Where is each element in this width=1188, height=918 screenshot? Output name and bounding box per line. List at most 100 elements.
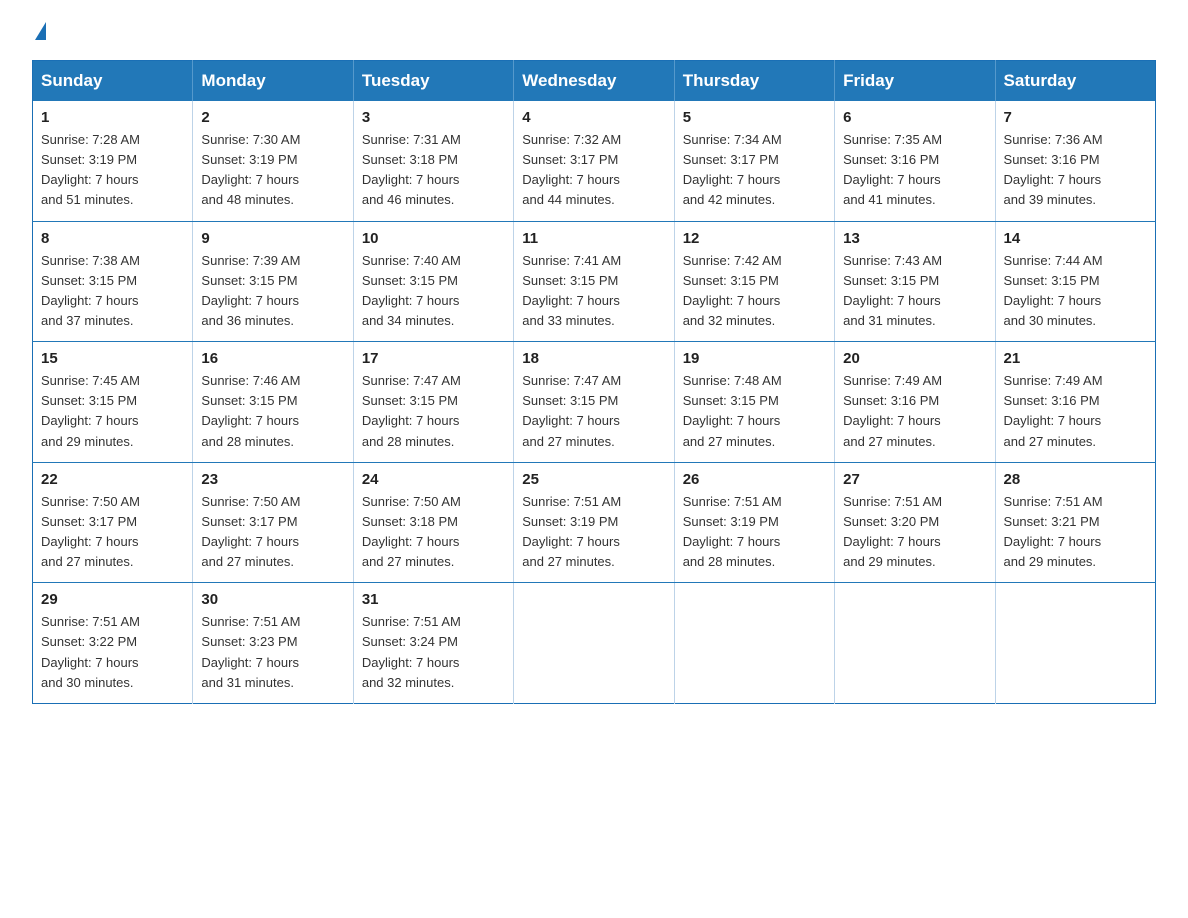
- calendar-cell: 26 Sunrise: 7:51 AMSunset: 3:19 PMDaylig…: [674, 462, 834, 583]
- day-info: Sunrise: 7:31 AMSunset: 3:18 PMDaylight:…: [362, 132, 461, 207]
- header-thursday: Thursday: [674, 61, 834, 102]
- calendar-cell: 2 Sunrise: 7:30 AMSunset: 3:19 PMDayligh…: [193, 101, 353, 221]
- calendar-cell: 24 Sunrise: 7:50 AMSunset: 3:18 PMDaylig…: [353, 462, 513, 583]
- day-number: 25: [522, 471, 665, 488]
- calendar-cell: 7 Sunrise: 7:36 AMSunset: 3:16 PMDayligh…: [995, 101, 1155, 221]
- calendar-header-row: SundayMondayTuesdayWednesdayThursdayFrid…: [33, 61, 1156, 102]
- day-info: Sunrise: 7:51 AMSunset: 3:19 PMDaylight:…: [522, 494, 621, 569]
- day-number: 20: [843, 350, 986, 367]
- calendar-cell: 14 Sunrise: 7:44 AMSunset: 3:15 PMDaylig…: [995, 221, 1155, 342]
- calendar-cell: 30 Sunrise: 7:51 AMSunset: 3:23 PMDaylig…: [193, 583, 353, 704]
- calendar-cell: 22 Sunrise: 7:50 AMSunset: 3:17 PMDaylig…: [33, 462, 193, 583]
- day-info: Sunrise: 7:49 AMSunset: 3:16 PMDaylight:…: [843, 373, 942, 448]
- calendar-cell: 25 Sunrise: 7:51 AMSunset: 3:19 PMDaylig…: [514, 462, 674, 583]
- day-info: Sunrise: 7:45 AMSunset: 3:15 PMDaylight:…: [41, 373, 140, 448]
- day-number: 22: [41, 471, 184, 488]
- day-info: Sunrise: 7:41 AMSunset: 3:15 PMDaylight:…: [522, 253, 621, 328]
- day-info: Sunrise: 7:51 AMSunset: 3:20 PMDaylight:…: [843, 494, 942, 569]
- calendar-cell: [835, 583, 995, 704]
- day-number: 1: [41, 109, 184, 126]
- day-number: 13: [843, 230, 986, 247]
- day-info: Sunrise: 7:46 AMSunset: 3:15 PMDaylight:…: [201, 373, 300, 448]
- calendar-cell: 31 Sunrise: 7:51 AMSunset: 3:24 PMDaylig…: [353, 583, 513, 704]
- calendar-cell: 15 Sunrise: 7:45 AMSunset: 3:15 PMDaylig…: [33, 342, 193, 463]
- day-number: 4: [522, 109, 665, 126]
- week-row-4: 22 Sunrise: 7:50 AMSunset: 3:17 PMDaylig…: [33, 462, 1156, 583]
- day-number: 26: [683, 471, 826, 488]
- day-info: Sunrise: 7:36 AMSunset: 3:16 PMDaylight:…: [1004, 132, 1103, 207]
- calendar-cell: 5 Sunrise: 7:34 AMSunset: 3:17 PMDayligh…: [674, 101, 834, 221]
- day-info: Sunrise: 7:44 AMSunset: 3:15 PMDaylight:…: [1004, 253, 1103, 328]
- calendar-cell: 18 Sunrise: 7:47 AMSunset: 3:15 PMDaylig…: [514, 342, 674, 463]
- calendar-cell: 17 Sunrise: 7:47 AMSunset: 3:15 PMDaylig…: [353, 342, 513, 463]
- header-sunday: Sunday: [33, 61, 193, 102]
- day-number: 16: [201, 350, 344, 367]
- day-number: 7: [1004, 109, 1147, 126]
- day-number: 28: [1004, 471, 1147, 488]
- day-number: 18: [522, 350, 665, 367]
- day-info: Sunrise: 7:43 AMSunset: 3:15 PMDaylight:…: [843, 253, 942, 328]
- day-number: 9: [201, 230, 344, 247]
- day-number: 11: [522, 230, 665, 247]
- day-number: 2: [201, 109, 344, 126]
- day-number: 24: [362, 471, 505, 488]
- day-number: 3: [362, 109, 505, 126]
- calendar-cell: 27 Sunrise: 7:51 AMSunset: 3:20 PMDaylig…: [835, 462, 995, 583]
- day-info: Sunrise: 7:51 AMSunset: 3:23 PMDaylight:…: [201, 614, 300, 689]
- calendar-cell: 23 Sunrise: 7:50 AMSunset: 3:17 PMDaylig…: [193, 462, 353, 583]
- day-number: 10: [362, 230, 505, 247]
- calendar-cell: 21 Sunrise: 7:49 AMSunset: 3:16 PMDaylig…: [995, 342, 1155, 463]
- day-number: 17: [362, 350, 505, 367]
- calendar-cell: 4 Sunrise: 7:32 AMSunset: 3:17 PMDayligh…: [514, 101, 674, 221]
- day-number: 23: [201, 471, 344, 488]
- calendar-cell: [514, 583, 674, 704]
- calendar-cell: 12 Sunrise: 7:42 AMSunset: 3:15 PMDaylig…: [674, 221, 834, 342]
- day-number: 21: [1004, 350, 1147, 367]
- day-info: Sunrise: 7:51 AMSunset: 3:22 PMDaylight:…: [41, 614, 140, 689]
- day-info: Sunrise: 7:42 AMSunset: 3:15 PMDaylight:…: [683, 253, 782, 328]
- calendar-cell: 6 Sunrise: 7:35 AMSunset: 3:16 PMDayligh…: [835, 101, 995, 221]
- day-info: Sunrise: 7:51 AMSunset: 3:24 PMDaylight:…: [362, 614, 461, 689]
- logo: [32, 24, 46, 42]
- day-number: 29: [41, 591, 184, 608]
- day-number: 30: [201, 591, 344, 608]
- calendar-cell: 16 Sunrise: 7:46 AMSunset: 3:15 PMDaylig…: [193, 342, 353, 463]
- day-number: 6: [843, 109, 986, 126]
- calendar-cell: 8 Sunrise: 7:38 AMSunset: 3:15 PMDayligh…: [33, 221, 193, 342]
- day-info: Sunrise: 7:28 AMSunset: 3:19 PMDaylight:…: [41, 132, 140, 207]
- day-number: 8: [41, 230, 184, 247]
- day-info: Sunrise: 7:51 AMSunset: 3:19 PMDaylight:…: [683, 494, 782, 569]
- day-number: 5: [683, 109, 826, 126]
- calendar-cell: 20 Sunrise: 7:49 AMSunset: 3:16 PMDaylig…: [835, 342, 995, 463]
- day-info: Sunrise: 7:32 AMSunset: 3:17 PMDaylight:…: [522, 132, 621, 207]
- calendar-cell: 13 Sunrise: 7:43 AMSunset: 3:15 PMDaylig…: [835, 221, 995, 342]
- calendar-cell: [995, 583, 1155, 704]
- calendar-table: SundayMondayTuesdayWednesdayThursdayFrid…: [32, 60, 1156, 704]
- day-number: 15: [41, 350, 184, 367]
- calendar-cell: 9 Sunrise: 7:39 AMSunset: 3:15 PMDayligh…: [193, 221, 353, 342]
- calendar-cell: 28 Sunrise: 7:51 AMSunset: 3:21 PMDaylig…: [995, 462, 1155, 583]
- calendar-cell: 11 Sunrise: 7:41 AMSunset: 3:15 PMDaylig…: [514, 221, 674, 342]
- day-info: Sunrise: 7:50 AMSunset: 3:17 PMDaylight:…: [41, 494, 140, 569]
- day-info: Sunrise: 7:51 AMSunset: 3:21 PMDaylight:…: [1004, 494, 1103, 569]
- day-info: Sunrise: 7:48 AMSunset: 3:15 PMDaylight:…: [683, 373, 782, 448]
- week-row-3: 15 Sunrise: 7:45 AMSunset: 3:15 PMDaylig…: [33, 342, 1156, 463]
- day-info: Sunrise: 7:30 AMSunset: 3:19 PMDaylight:…: [201, 132, 300, 207]
- header-tuesday: Tuesday: [353, 61, 513, 102]
- day-info: Sunrise: 7:47 AMSunset: 3:15 PMDaylight:…: [522, 373, 621, 448]
- day-info: Sunrise: 7:50 AMSunset: 3:18 PMDaylight:…: [362, 494, 461, 569]
- header-monday: Monday: [193, 61, 353, 102]
- header-friday: Friday: [835, 61, 995, 102]
- day-info: Sunrise: 7:50 AMSunset: 3:17 PMDaylight:…: [201, 494, 300, 569]
- calendar-cell: 29 Sunrise: 7:51 AMSunset: 3:22 PMDaylig…: [33, 583, 193, 704]
- header-wednesday: Wednesday: [514, 61, 674, 102]
- calendar-cell: [674, 583, 834, 704]
- day-info: Sunrise: 7:38 AMSunset: 3:15 PMDaylight:…: [41, 253, 140, 328]
- calendar-cell: 1 Sunrise: 7:28 AMSunset: 3:19 PMDayligh…: [33, 101, 193, 221]
- calendar-cell: 10 Sunrise: 7:40 AMSunset: 3:15 PMDaylig…: [353, 221, 513, 342]
- page-header: [32, 24, 1156, 42]
- logo-arrow-icon: [35, 22, 46, 40]
- day-number: 27: [843, 471, 986, 488]
- calendar-cell: 3 Sunrise: 7:31 AMSunset: 3:18 PMDayligh…: [353, 101, 513, 221]
- day-info: Sunrise: 7:47 AMSunset: 3:15 PMDaylight:…: [362, 373, 461, 448]
